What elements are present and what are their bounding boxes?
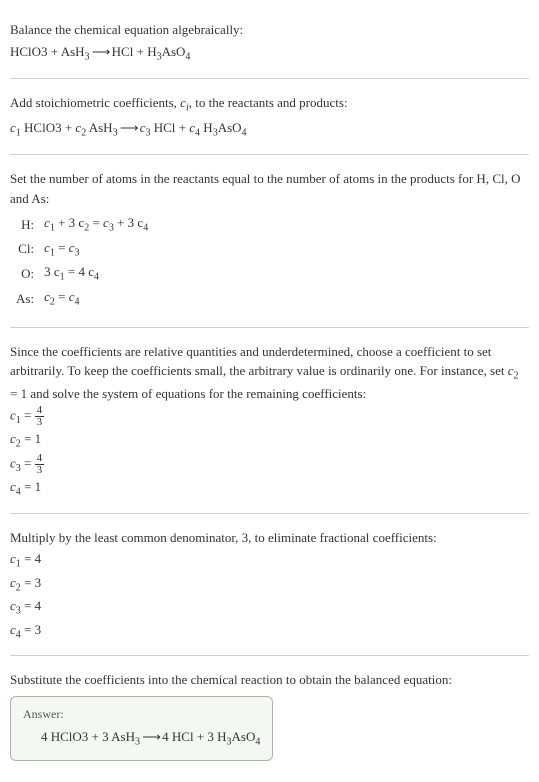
product-2b: AsO: [162, 44, 186, 59]
element-label: As:: [10, 286, 38, 311]
atoms-intro: Set the number of atoms in the reactants…: [10, 169, 529, 208]
stoich-section: Add stoichiometric coefficients, ci, to …: [10, 81, 529, 152]
plus: +: [133, 44, 147, 59]
lhs: 4 HClO3 + 3 AsH: [41, 729, 135, 744]
sub: 4: [255, 737, 260, 748]
term: AsO: [218, 120, 242, 135]
multiply-text: Multiply by the least common denominator…: [10, 528, 529, 548]
arrow-icon: ⟶: [118, 120, 140, 135]
stoich-text: Add stoichiometric coefficients, ci, to …: [10, 93, 529, 116]
arrow-icon: ⟶: [90, 44, 112, 59]
eq: =: [65, 264, 79, 279]
coef-line: c2 = 3: [10, 573, 529, 596]
s: 3: [74, 247, 79, 258]
atom-equations-table: H: c1 + 3 c2 = c3 + 3 c4 Cl: c1 = c3 O: …: [10, 212, 154, 310]
multiply-section: Multiply by the least common denominator…: [10, 516, 529, 654]
arrow-icon: ⟶: [140, 729, 162, 744]
val: = 1: [21, 431, 41, 446]
coef-c1: c1 = 43: [10, 405, 529, 428]
answer-equation: 4 HClO3 + 3 AsH3 ⟶ 4 HCl + 3 H3AsO4: [23, 727, 260, 750]
intro-equation: HClO3 + AsH3 ⟶ HCl + H3AsO4: [10, 42, 529, 65]
divider: [10, 154, 529, 155]
divider: [10, 78, 529, 79]
coef-c2: c2 = 1: [10, 429, 529, 452]
final-section: Substitute the coefficients into the che…: [10, 658, 529, 770]
table-row: H: c1 + 3 c2 = c3 + 3 c4: [10, 212, 154, 237]
table-row: As: c2 = c4: [10, 286, 154, 311]
eq: =: [21, 455, 35, 470]
val: = 4: [21, 551, 41, 566]
coef-c3: c3 = 43: [10, 453, 529, 476]
divider: [10, 513, 529, 514]
rhs-a: 4 HCl + 3 H: [162, 729, 226, 744]
equation-cell: c1 = c3: [38, 237, 154, 262]
val: = 4: [21, 598, 41, 613]
v: + 3 c: [55, 215, 84, 230]
v: + 3 c: [114, 215, 143, 230]
table-row: Cl: c1 = c3: [10, 237, 154, 262]
eq: =: [55, 289, 69, 304]
sub: 4: [185, 51, 190, 62]
reactant-2: AsH: [61, 44, 85, 59]
sub: 4: [242, 127, 247, 138]
stoich-equation: c1 HClO3 + c2 AsH3 ⟶ c3 HCl + c4 H3AsO4: [10, 118, 529, 141]
term: HClO3 +: [21, 120, 76, 135]
term: AsH: [86, 120, 112, 135]
atoms-section: Set the number of atoms in the reactants…: [10, 157, 529, 324]
s: 4: [74, 297, 79, 308]
divider: [10, 327, 529, 328]
equation-cell: c2 = c4: [38, 286, 154, 311]
coef-line: c4 = 3: [10, 620, 529, 643]
plus: +: [48, 44, 61, 59]
fraction: 43: [35, 453, 45, 476]
coef-c4: c4 = 1: [10, 477, 529, 500]
divider: [10, 655, 529, 656]
rhs-b: AsO: [232, 729, 256, 744]
sub: 2: [514, 371, 519, 382]
val: = 3: [21, 622, 41, 637]
equation-cell: c1 + 3 c2 = c3 + 3 c4: [38, 212, 154, 237]
coef-line: c1 = 4: [10, 549, 529, 572]
equation-cell: 3 c1 = 4 c4: [38, 261, 154, 286]
answer-box: Answer: 4 HClO3 + 3 AsH3 ⟶ 4 HCl + 3 H3A…: [10, 696, 273, 761]
val: = 1: [21, 479, 41, 494]
element-label: H:: [10, 212, 38, 237]
intro-text: Balance the chemical equation algebraica…: [10, 20, 529, 40]
coef-line: c3 = 4: [10, 596, 529, 619]
s: 4: [143, 223, 148, 234]
answer-label: Answer:: [23, 705, 260, 723]
element-label: Cl:: [10, 237, 38, 262]
element-label: O:: [10, 261, 38, 286]
eq: =: [55, 240, 69, 255]
text: Since the coefficients are relative quan…: [10, 344, 508, 379]
term: HCl +: [151, 120, 190, 135]
text: Add stoichiometric coefficients,: [10, 95, 180, 110]
eq: =: [89, 215, 103, 230]
term: H: [200, 120, 213, 135]
v: 4 c: [78, 264, 94, 279]
table-row: O: 3 c1 = 4 c4: [10, 261, 154, 286]
text: , to the reactants and products:: [189, 95, 348, 110]
reactant-1: HClO3: [10, 44, 48, 59]
s: 4: [94, 272, 99, 283]
denominator: 3: [35, 417, 45, 428]
fraction: 43: [35, 405, 45, 428]
eq: =: [21, 408, 35, 423]
v: 3 c: [44, 264, 60, 279]
intro-section: Balance the chemical equation algebraica…: [10, 8, 529, 76]
denominator: 3: [35, 465, 45, 476]
final-text: Substitute the coefficients into the che…: [10, 670, 529, 690]
solve-section: Since the coefficients are relative quan…: [10, 330, 529, 511]
text: = 1 and solve the system of equations fo…: [10, 386, 366, 401]
product-1: HCl: [112, 44, 134, 59]
product-2a: H: [147, 44, 156, 59]
solve-text: Since the coefficients are relative quan…: [10, 342, 529, 404]
val: = 3: [21, 575, 41, 590]
